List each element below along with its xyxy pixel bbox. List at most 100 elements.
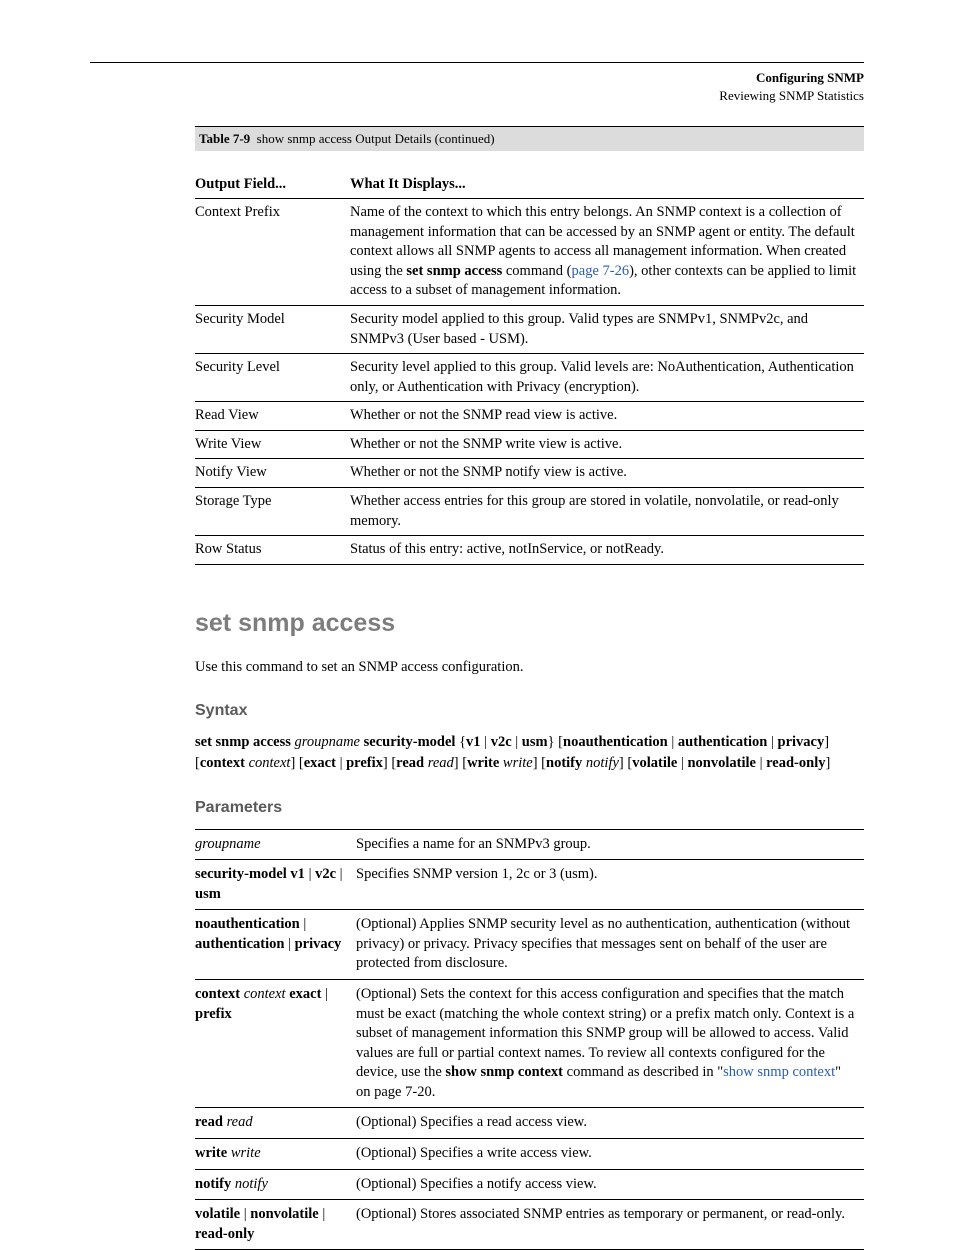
param-name: volatile | nonvolatile | read-only <box>195 1200 356 1250</box>
t: prefix <box>195 1006 232 1022</box>
output-details-table: Output Field... What It Displays... Cont… <box>195 163 864 565</box>
t: ] [ <box>533 755 546 771</box>
link[interactable]: page 7-26 <box>572 263 630 279</box>
t: ] [ <box>619 755 632 771</box>
t: read-only <box>766 755 825 771</box>
t: | <box>284 936 294 952</box>
param-name: notify notify <box>195 1169 356 1200</box>
t: | <box>336 755 346 771</box>
field-desc: Status of this entry: active, notInServi… <box>350 536 864 565</box>
param-name: write write <box>195 1138 356 1169</box>
t: privacy <box>778 734 825 750</box>
t: groupname <box>195 836 261 852</box>
field-name: Row Status <box>195 536 350 565</box>
bold-text: set snmp access <box>406 263 502 279</box>
t: notify <box>546 755 586 771</box>
field-name: Notify View <box>195 459 350 488</box>
t: prefix <box>346 755 383 771</box>
table-row: groupname Specifies a name for an SNMPv3… <box>195 829 864 860</box>
param-desc: (Optional) Stores associated SNMP entrie… <box>356 1200 864 1250</box>
t: write <box>467 755 503 771</box>
syntax-heading: Syntax <box>195 700 864 722</box>
t: } <box>548 734 559 750</box>
table-row: Context Prefix Name of the context to wh… <box>195 199 864 306</box>
t: ] [ <box>454 755 467 771</box>
header-rule <box>90 62 864 63</box>
t: ] <box>825 755 830 771</box>
t: noauthentication <box>195 916 300 932</box>
t: | <box>319 1206 326 1222</box>
param-desc: (Optional) Applies SNMP security level a… <box>356 910 864 980</box>
t: notify <box>586 755 619 771</box>
t: exact <box>289 986 321 1002</box>
field-desc: Whether or not the SNMP write view is ac… <box>350 430 864 459</box>
table-row: Notify View Whether or not the SNMP noti… <box>195 459 864 488</box>
breadcrumb-section: Configuring SNMP <box>756 70 864 85</box>
t: show snmp context <box>445 1064 563 1080</box>
t: v2c <box>315 866 336 882</box>
t: set snmp access <box>195 734 294 750</box>
t: | <box>300 916 307 932</box>
t: notify <box>195 1176 231 1192</box>
t: volatile <box>195 1206 240 1222</box>
page: Configuring SNMP Reviewing SNMP Statisti… <box>0 0 954 1235</box>
t: | <box>767 734 777 750</box>
field-desc: Whether or not the SNMP notify view is a… <box>350 459 864 488</box>
t: nonvolatile <box>687 755 755 771</box>
field-desc: Whether or not the SNMP read view is act… <box>350 402 864 431</box>
t: | <box>336 866 343 882</box>
t: usm <box>195 886 221 902</box>
t: v1 <box>466 734 481 750</box>
table-row: Security Level Security level applied to… <box>195 354 864 402</box>
t: exact <box>304 755 336 771</box>
col-header-desc: What It Displays... <box>350 163 864 199</box>
t: | <box>305 866 315 882</box>
table-row: Storage Type Whether access entries for … <box>195 487 864 535</box>
t: v2c <box>491 734 512 750</box>
parameters-table: groupname Specifies a name for an SNMPv3… <box>195 829 864 1250</box>
parameters-heading: Parameters <box>195 797 864 819</box>
field-name: Write View <box>195 430 350 459</box>
t: | <box>481 734 491 750</box>
field-desc: Security model applied to this group. Va… <box>350 306 864 354</box>
table-row: Read View Whether or not the SNMP read v… <box>195 402 864 431</box>
table-row: volatile | nonvolatile | read-only (Opti… <box>195 1200 864 1250</box>
table-row: noauthentication | authentication | priv… <box>195 910 864 980</box>
field-name: Context Prefix <box>195 199 350 306</box>
content: Table 7-9 show snmp access Output Detail… <box>195 126 864 1250</box>
table-row: Row Status Status of this entry: active,… <box>195 536 864 565</box>
t: context <box>195 986 240 1002</box>
t: | <box>668 734 678 750</box>
param-desc: (Optional) Specifies a write access view… <box>356 1138 864 1169</box>
field-name: Security Model <box>195 306 350 354</box>
param-name: security-model v1 | v2c | usm <box>195 860 356 910</box>
param-desc: Specifies a name for an SNMPv3 group. <box>356 829 864 860</box>
t: read <box>428 755 454 771</box>
param-name: noauthentication | authentication | priv… <box>195 910 356 980</box>
t: ] [ <box>290 755 303 771</box>
param-desc: (Optional) Sets the context for this acc… <box>356 980 864 1108</box>
param-name: groupname <box>195 829 356 860</box>
t: write <box>231 1145 261 1161</box>
breadcrumb: Configuring SNMP Reviewing SNMP Statisti… <box>90 69 864 104</box>
t: security-model <box>364 734 459 750</box>
t: read <box>227 1114 253 1130</box>
text: command ( <box>502 263 571 279</box>
t: groupname <box>294 734 363 750</box>
t: | <box>677 755 687 771</box>
col-header-field: Output Field... <box>195 163 350 199</box>
t: { <box>459 734 466 750</box>
link[interactable]: show snmp context <box>723 1064 835 1080</box>
table-row: Write View Whether or not the SNMP write… <box>195 430 864 459</box>
t: | <box>756 755 766 771</box>
t: ] [ <box>383 755 396 771</box>
param-desc: (Optional) Specifies a read access view. <box>356 1108 864 1139</box>
field-name: Read View <box>195 402 350 431</box>
field-desc: Name of the context to which this entry … <box>350 199 864 306</box>
t: noauthentication <box>563 734 668 750</box>
t: read-only <box>195 1226 254 1242</box>
table-row: security-model v1 | v2c | usm Specifies … <box>195 860 864 910</box>
t: authentication <box>195 936 284 952</box>
table-caption: show snmp access Output Details (continu… <box>257 131 495 146</box>
field-desc: Security level applied to this group. Va… <box>350 354 864 402</box>
